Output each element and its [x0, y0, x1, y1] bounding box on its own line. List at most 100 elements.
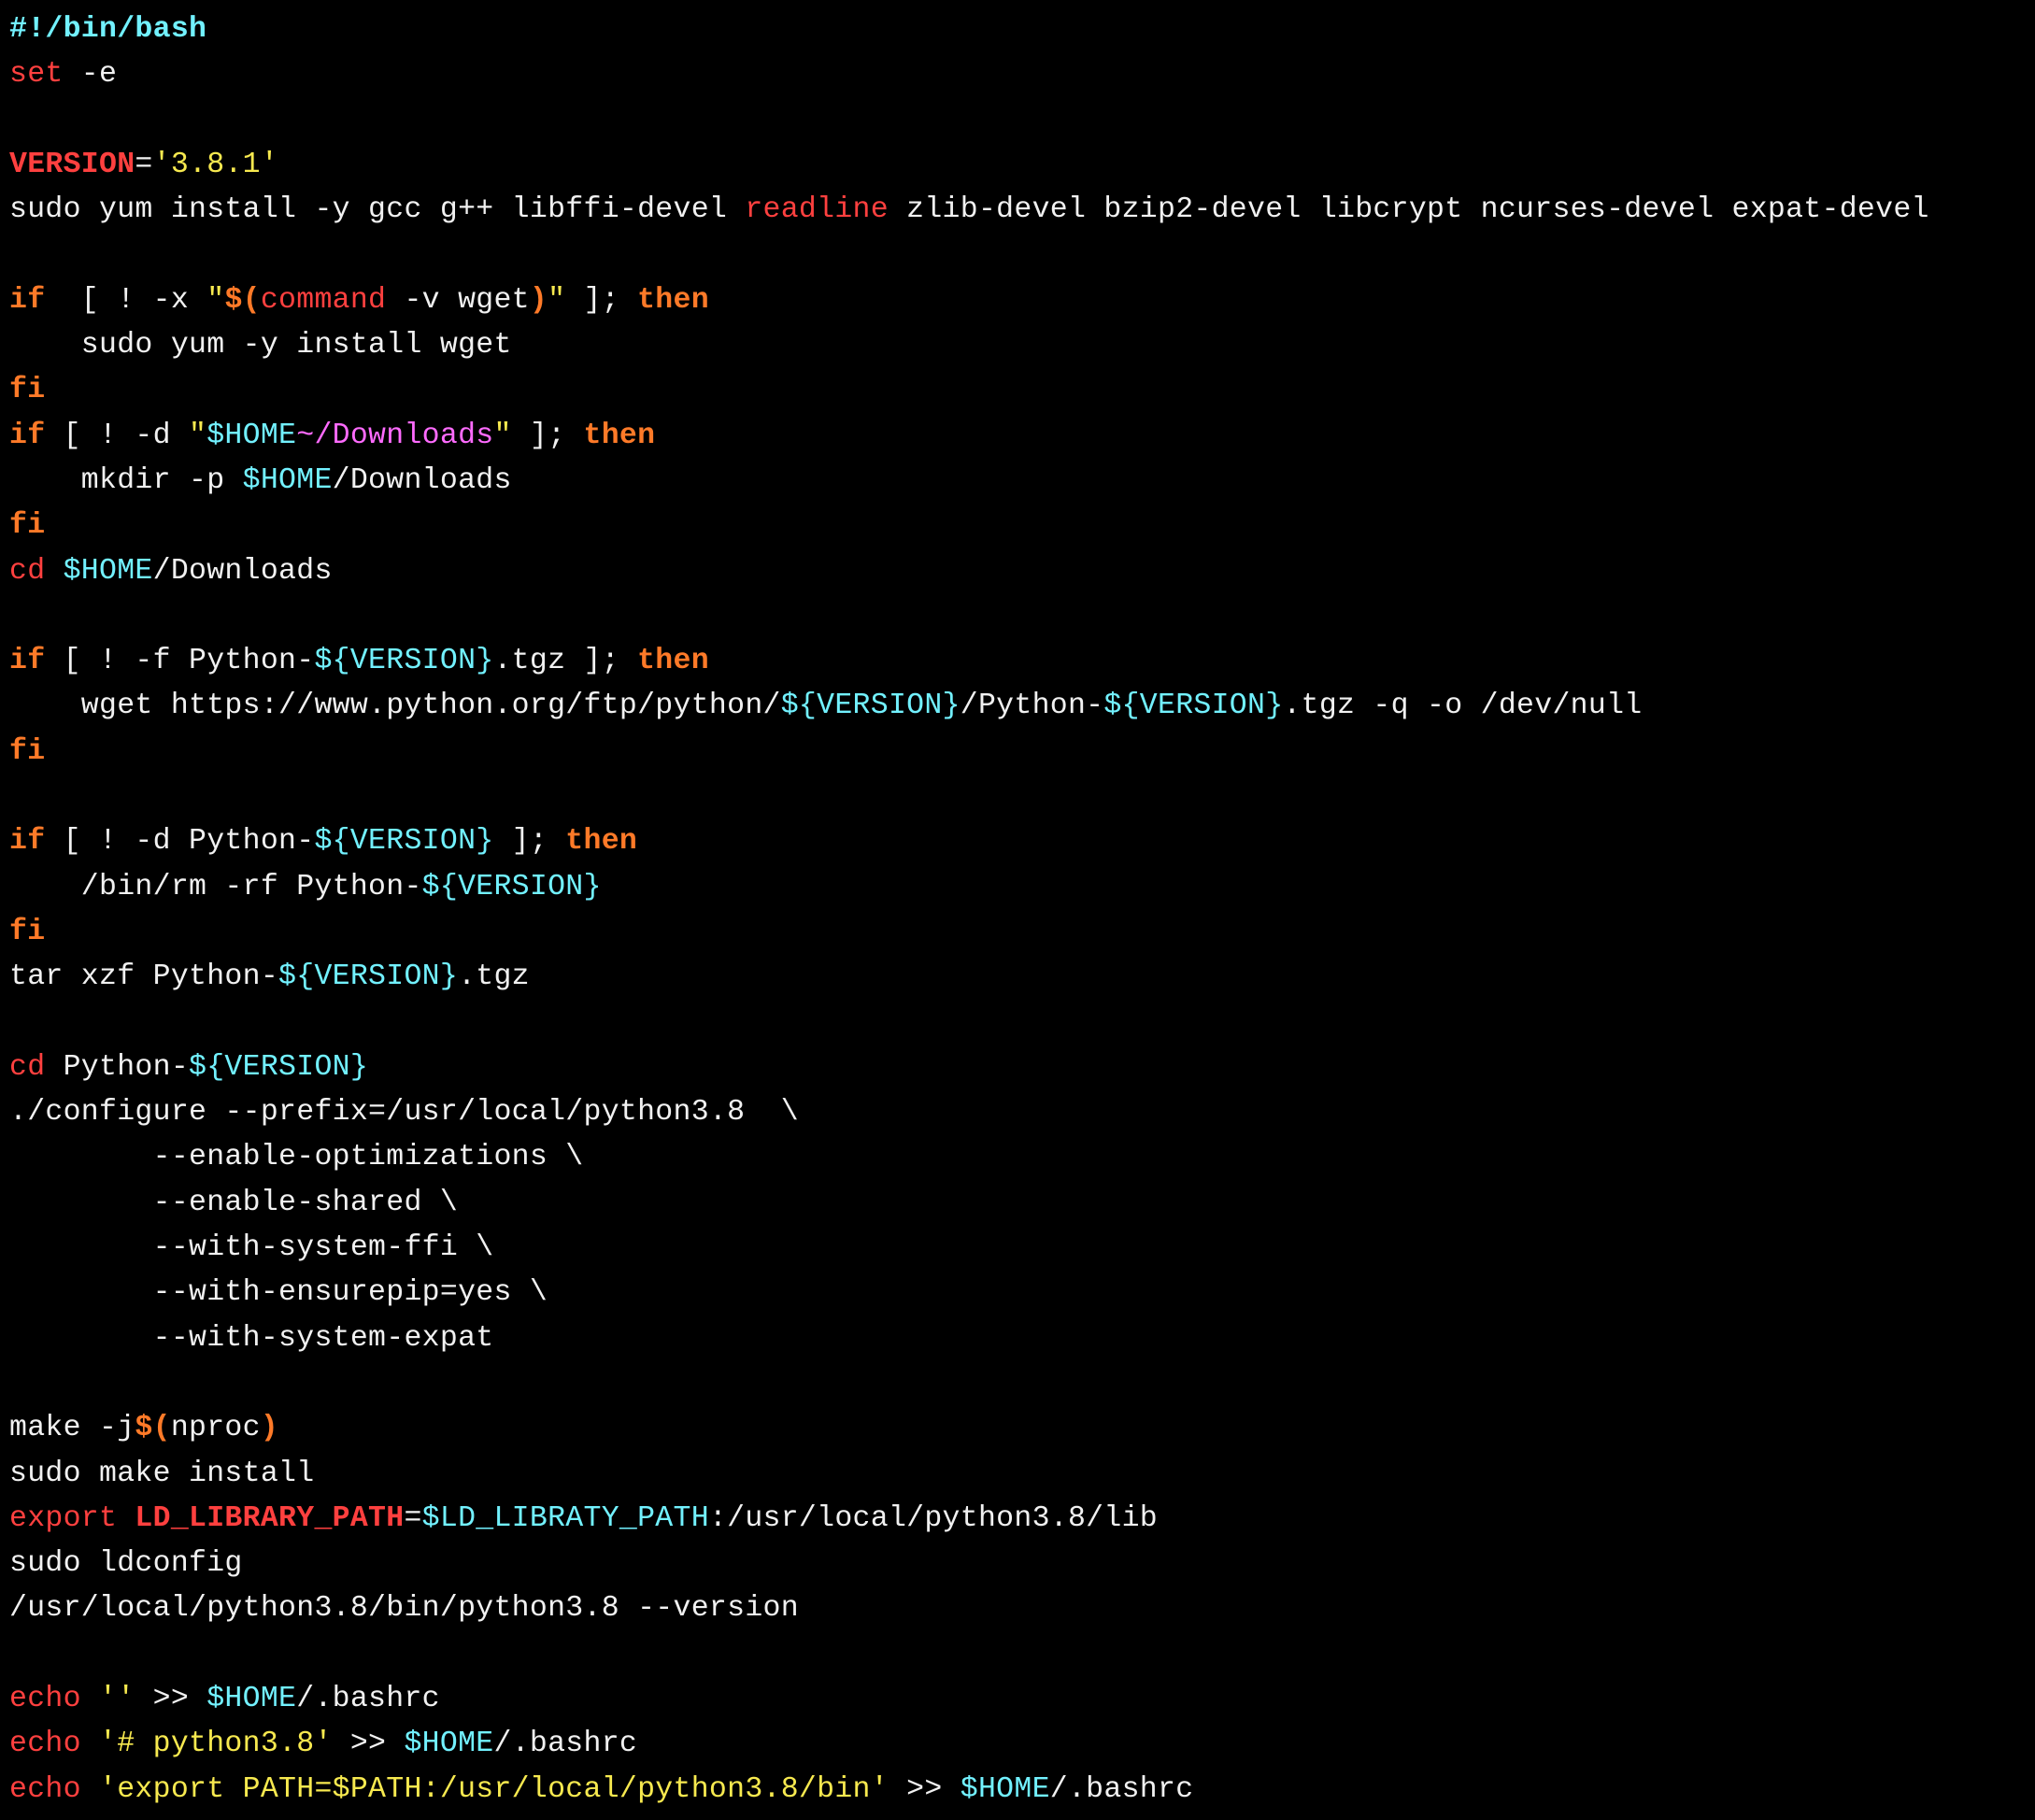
text: /.bashrc: [493, 1728, 637, 1760]
builtin-echo: echo: [9, 1728, 81, 1760]
var-version: ${VERSION}: [422, 871, 602, 903]
var-home: $HOME: [961, 1773, 1050, 1806]
var-version: ${VERSION}: [278, 960, 458, 993]
keyword-if: if: [9, 825, 45, 858]
keyword-fi: fi: [9, 735, 45, 768]
subshell-open: $(: [135, 1412, 170, 1444]
nproc: nproc: [171, 1412, 261, 1444]
text: Python-: [45, 1051, 189, 1084]
path-downloads: ~/Downloads: [296, 419, 493, 452]
string-literal: 'export PATH=$PATH:/usr/local/python3.8/…: [99, 1773, 889, 1806]
rm-cmd: /bin/rm -rf Python-: [9, 871, 422, 903]
text: [81, 1773, 99, 1806]
var-ldlibpath-val: $LD_LIBRATY_PATH: [422, 1502, 709, 1535]
var-version: ${VERSION}: [314, 825, 493, 858]
text: >>: [889, 1773, 961, 1806]
text: -v wget: [386, 284, 530, 317]
make-install: sudo make install: [9, 1457, 314, 1490]
text: .tgz -q -o /dev/null: [1283, 690, 1642, 722]
ldconfig-cmd: sudo ldconfig: [9, 1547, 243, 1580]
text: >>: [333, 1728, 405, 1760]
text: /.bashrc: [1050, 1773, 1194, 1806]
builtin-echo: echo: [9, 1683, 81, 1715]
shebang-line: #!/bin/bash: [9, 13, 206, 46]
text: [45, 555, 63, 588]
text: /.bashrc: [296, 1683, 440, 1715]
var-version: ${VERSION}: [781, 690, 961, 722]
wget-cmd: wget https://www.python.org/ftp/python/: [9, 690, 781, 722]
keyword-then: then: [637, 284, 709, 317]
string-quote: ": [206, 284, 224, 317]
text: .tgz: [458, 960, 530, 993]
builtin-set: set: [9, 58, 64, 91]
configure-opt: --with-system-ffi \: [9, 1231, 493, 1264]
string-quote: ": [548, 284, 565, 317]
keyword-if: if: [9, 645, 45, 677]
keyword-fi: fi: [9, 916, 45, 948]
keyword-then: then: [584, 419, 656, 452]
readline-token: readline: [745, 193, 889, 226]
configure-cmd: ./configure --prefix=/usr/local/python3.…: [9, 1096, 799, 1129]
builtin-cd: cd: [9, 555, 45, 588]
yum-install-cmd-b: zlib-devel bzip2-devel libcrypt ncurses-…: [889, 193, 1929, 226]
var-home: $HOME: [206, 1683, 296, 1715]
text: [ ! -d Python-: [45, 825, 314, 858]
var-version-value: '3.8.1': [153, 149, 278, 181]
text: .tgz ];: [493, 645, 637, 677]
text: ];: [565, 284, 637, 317]
keyword-fi: fi: [9, 509, 45, 542]
configure-opt: --enable-shared \: [9, 1187, 458, 1219]
install-wget: sudo yum -y install wget: [9, 329, 512, 362]
subshell-close: ): [530, 284, 548, 317]
tar-cmd: tar xzf Python-: [9, 960, 278, 993]
var-home: $HOME: [243, 464, 333, 497]
assign-eq: =: [404, 1502, 421, 1535]
keyword-fi: fi: [9, 374, 45, 406]
mkdir-cmd: mkdir -p: [9, 464, 243, 497]
string-quote: ": [493, 419, 511, 452]
text: [81, 1728, 99, 1760]
keyword-then: then: [637, 645, 709, 677]
configure-opt: --with-ensurepip=yes \: [9, 1276, 548, 1309]
text: :/usr/local/python3.8/lib: [709, 1502, 1158, 1535]
subshell-open: $(: [224, 284, 260, 317]
string-quote: ": [189, 419, 206, 452]
keyword-if: if: [9, 419, 45, 452]
var-home: $HOME: [206, 419, 296, 452]
text: /Downloads: [333, 464, 512, 497]
text: /Downloads: [153, 555, 333, 588]
builtin-echo: echo: [9, 1773, 81, 1806]
var-version: ${VERSION}: [189, 1051, 368, 1084]
text: [81, 1683, 99, 1715]
var-version: ${VERSION}: [1103, 690, 1283, 722]
text: [ ! -x: [45, 284, 206, 317]
builtin-export: export: [9, 1502, 117, 1535]
string-literal: '# python3.8': [99, 1728, 333, 1760]
text: >>: [135, 1683, 206, 1715]
text: [117, 1502, 135, 1535]
var-home: $HOME: [404, 1728, 493, 1760]
text: ];: [493, 825, 565, 858]
configure-opt: --enable-optimizations \: [9, 1141, 584, 1173]
text: /Python-: [961, 690, 1104, 722]
subshell-close: ): [261, 1412, 278, 1444]
var-home: $HOME: [64, 555, 153, 588]
var-ldlibpath-name: LD_LIBRARY_PATH: [135, 1502, 404, 1535]
text: [ ! -f Python-: [45, 645, 314, 677]
bash-script-code-block: #!/bin/bash set -e VERSION='3.8.1' sudo …: [0, 0, 2035, 1820]
yum-install-cmd-a: sudo yum install -y gcc g++ libffi-devel: [9, 193, 745, 226]
builtin-command: command: [261, 284, 386, 317]
string-literal: '': [99, 1683, 135, 1715]
text: [ ! -d: [45, 419, 189, 452]
configure-opt: --with-system-expat: [9, 1322, 493, 1355]
assign-eq: =: [135, 149, 152, 181]
keyword-if: if: [9, 284, 45, 317]
text: ];: [512, 419, 584, 452]
make-cmd: make -j: [9, 1412, 135, 1444]
var-version: ${VERSION}: [314, 645, 493, 677]
builtin-cd: cd: [9, 1051, 45, 1084]
set-arg: -e: [64, 58, 118, 91]
var-version-name: VERSION: [9, 149, 135, 181]
python-version-cmd: /usr/local/python3.8/bin/python3.8 --ver…: [9, 1592, 799, 1625]
keyword-then: then: [565, 825, 637, 858]
